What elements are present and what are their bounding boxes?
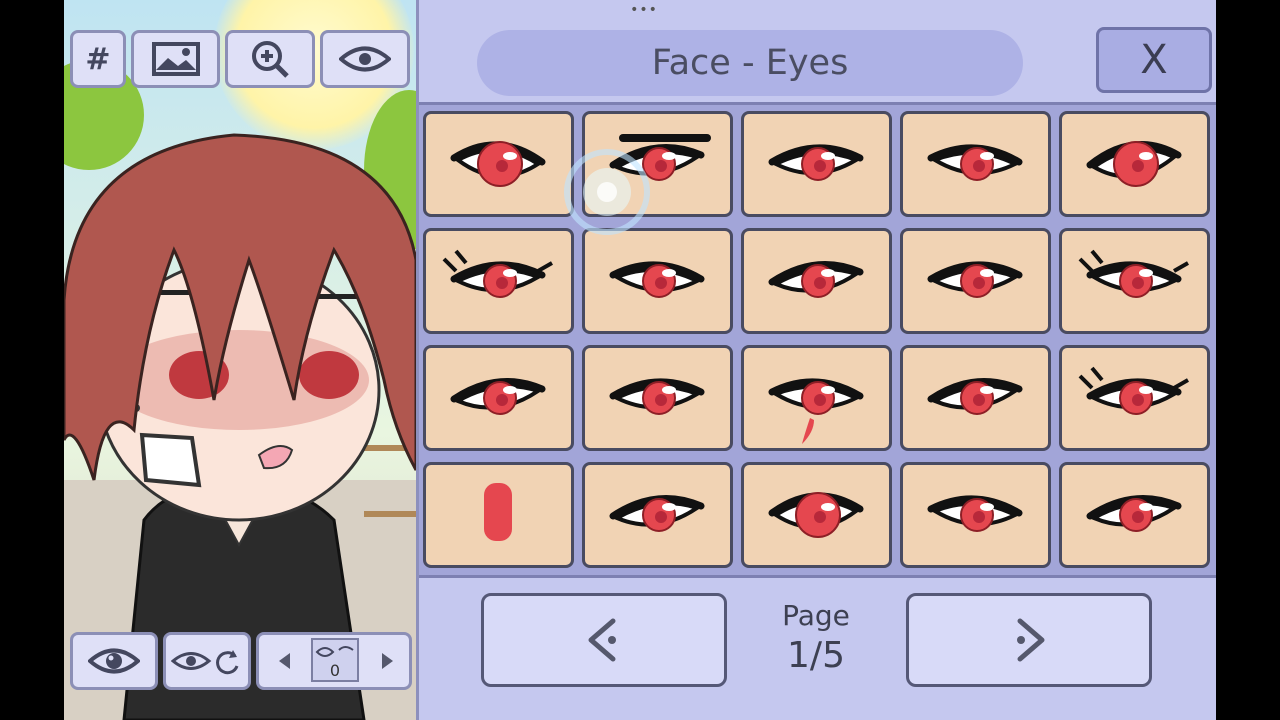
- eye-style-icon: [927, 144, 1023, 181]
- eye-style-icon: [768, 492, 864, 538]
- eye-option-5[interactable]: [1059, 111, 1210, 217]
- eye-slot-value: 0: [329, 661, 341, 680]
- panel-title: Face - Eyes: [477, 30, 1023, 96]
- eye-style-icon: [442, 249, 553, 298]
- eye-option-11[interactable]: [423, 345, 574, 451]
- next-page-button[interactable]: [906, 593, 1152, 687]
- eye-style-icon: [927, 495, 1023, 532]
- eye-option-10[interactable]: [1059, 228, 1210, 334]
- eye-option-9[interactable]: [900, 228, 1051, 334]
- chevron-right-icon: [1017, 618, 1045, 662]
- eye-option-1[interactable]: [423, 111, 574, 217]
- eye-options-grid: [419, 102, 1216, 578]
- eye-slot-selector[interactable]: 0: [256, 632, 412, 690]
- eye-style-icon: [609, 378, 705, 415]
- eye-option-17[interactable]: [582, 462, 733, 568]
- eye-style-icon: [927, 377, 1023, 415]
- eye-option-15[interactable]: [1059, 345, 1210, 451]
- toggle-eye-button[interactable]: [70, 632, 158, 690]
- eye-reset-icon: [171, 650, 239, 675]
- eye-style-icon: [609, 134, 711, 181]
- character-preview: # 0: [64, 0, 416, 720]
- hash-icon: #: [85, 41, 111, 77]
- background-image-button[interactable]: [131, 30, 220, 88]
- eye-option-18[interactable]: [741, 462, 892, 568]
- page-label: Page: [782, 599, 850, 632]
- eye-option-3[interactable]: [741, 111, 892, 217]
- drag-handle[interactable]: •••: [629, 2, 659, 18]
- mini-eye-icon: [315, 646, 354, 657]
- eye-option-12[interactable]: [582, 345, 733, 451]
- chevron-left-icon: [588, 618, 616, 662]
- grid-toggle-button[interactable]: #: [70, 30, 126, 88]
- eye-style-icon: [768, 260, 864, 298]
- eye-option-7[interactable]: [582, 228, 733, 334]
- eye-icon: [88, 648, 140, 674]
- eye-style-icon: [450, 377, 546, 415]
- eye-slot-counter: 0: [311, 638, 359, 682]
- eye-option-14[interactable]: [900, 345, 1051, 451]
- eye-style-icon: [1086, 141, 1182, 187]
- eye-option-19[interactable]: [900, 462, 1051, 568]
- eye-style-icon: [768, 144, 864, 181]
- eye-style-icon: [1078, 366, 1189, 415]
- eye-style-icon: [927, 261, 1023, 298]
- previous-page-button[interactable]: [481, 593, 727, 687]
- image-icon: [151, 42, 200, 76]
- reset-eye-button[interactable]: [163, 632, 251, 690]
- zoom-in-icon: [252, 41, 289, 78]
- eye-style-icon: [1086, 494, 1182, 532]
- page-number: 1/5: [787, 635, 845, 676]
- page-indicator: Page 1/5: [741, 598, 891, 678]
- eye-style-icon: [768, 378, 864, 444]
- eye-style-icon: [484, 483, 512, 541]
- eye-option-2[interactable]: [582, 111, 733, 217]
- eye-style-icon: [609, 494, 705, 532]
- eye-style-icon: [450, 141, 546, 187]
- eye-icon: [339, 46, 391, 72]
- eye-option-13[interactable]: [741, 345, 892, 451]
- visibility-button[interactable]: [320, 30, 410, 88]
- app-window: # 0 ••• Face - Eyes X Page 1/5: [64, 0, 1216, 720]
- eye-option-20[interactable]: [1059, 462, 1210, 568]
- eye-option-6[interactable]: [423, 228, 574, 334]
- eye-style-icon: [609, 261, 705, 298]
- eye-style-icon: [1078, 249, 1189, 298]
- arrow-left-icon[interactable]: [275, 651, 295, 671]
- close-button[interactable]: X: [1096, 27, 1212, 93]
- arrow-right-icon[interactable]: [377, 651, 397, 671]
- eye-option-16[interactable]: [423, 462, 574, 568]
- eye-option-4[interactable]: [900, 111, 1051, 217]
- zoom-button[interactable]: [225, 30, 315, 88]
- character-figure: [64, 133, 416, 720]
- eye-option-8[interactable]: [741, 228, 892, 334]
- eyes-panel: ••• Face - Eyes X Page 1/5: [416, 0, 1216, 720]
